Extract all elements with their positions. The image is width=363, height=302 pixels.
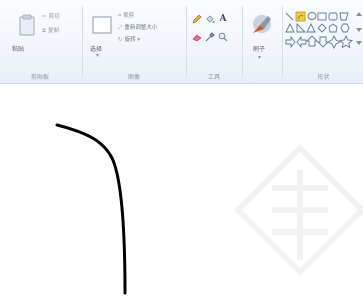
right-arrow-shape-icon — [285, 35, 296, 49]
brushes-label: 刷子 — [253, 46, 266, 53]
copy-icon: ⧉ — [42, 28, 46, 34]
curve-shape-icon — [295, 11, 306, 22]
rotate-label: 旋转 — [124, 37, 136, 43]
shapes-gallery[interactable] — [284, 10, 363, 60]
crop-label: 裁剪 — [123, 13, 135, 19]
image-group-label: 图像 — [127, 74, 140, 81]
magnifier-tool[interactable] — [218, 32, 228, 42]
resize-icon: ⤢ — [118, 25, 123, 31]
line-shape-icon — [285, 12, 294, 21]
pencil-icon — [192, 14, 202, 24]
scroll-down-icon — [356, 28, 362, 32]
cut-label: 剪切 — [48, 14, 60, 20]
down-arrow-shape-icon — [316, 36, 330, 48]
drawn-curve-stroke — [55, 123, 127, 295]
up-arrow-shape-icon — [305, 35, 319, 47]
resize-label: 重新调整大小 — [124, 25, 158, 31]
pencil-tool[interactable] — [192, 14, 202, 24]
paste-button[interactable]: 粘贴 — [12, 10, 40, 62]
separator — [186, 6, 187, 78]
star-shape-icon — [338, 34, 354, 49]
scissors-icon: ✂ — [42, 14, 47, 20]
image-group: 选择 ▾ ⌗ 裁剪 ⤢ 重新调整大小 ↻ 旋转 ▾ 图像 — [84, 2, 184, 82]
rounded-rectangle-shape-icon — [328, 12, 338, 21]
clipboard-group: 粘贴 ✂ 剪切 ⧉ 复制 剪贴板 — [0, 2, 80, 82]
select-dropdown-icon[interactable]: ▾ — [96, 52, 99, 59]
hexagon-shape-icon — [340, 23, 350, 33]
watermark — [233, 143, 363, 277]
tools-group: A 工具 — [188, 2, 240, 82]
shapes-group-label: 形状 — [317, 74, 330, 81]
canvas-drawing — [55, 123, 363, 295]
copy-button[interactable]: ⧉ 复制 — [42, 28, 59, 35]
magnifier-icon — [218, 32, 228, 42]
fill-bucket-icon — [206, 15, 215, 23]
text-tool[interactable]: A — [218, 14, 228, 24]
shapes-group: 形状 — [284, 2, 363, 82]
paste-label: 粘贴 — [12, 46, 25, 53]
crop-button[interactable]: ⌗ 裁剪 — [118, 13, 134, 20]
color-picker-tool[interactable] — [205, 32, 215, 42]
clipboard-group-label: 剪贴板 — [30, 74, 49, 81]
paste-icon — [19, 14, 35, 36]
eraser-icon — [192, 34, 202, 42]
eraser-tool[interactable] — [192, 32, 202, 42]
rotate-dropdown-icon: ▾ — [135, 37, 141, 43]
crop-icon: ⌗ — [118, 13, 122, 19]
diamond-shape-icon — [317, 23, 327, 33]
left-arrow-shape-icon — [296, 35, 307, 49]
ribbon: 粘贴 ✂ 剪切 ⧉ 复制 剪贴板 选择 ▾ ⌗ 裁剪 ⤢ 重新调整大小 ↻ 旋转 ▾ 图像 — [0, 0, 363, 84]
polygon-shape-icon — [339, 12, 349, 21]
separator — [242, 6, 243, 78]
scroll-up-icon — [356, 12, 362, 16]
drawing-canvas[interactable] — [0, 85, 363, 302]
oval-shape-icon — [307, 12, 317, 20]
pentagon-shape-icon — [328, 23, 338, 33]
eyedropper-icon — [205, 32, 215, 42]
resize-button[interactable]: ⤢ 重新调整大小 — [118, 25, 157, 32]
shapes-scroll-arrows — [356, 12, 362, 45]
rotate-button[interactable]: ↻ 旋转 ▾ — [118, 37, 140, 44]
rotate-icon: ↻ — [118, 37, 123, 43]
brushes-group: 刷子 ▾ — [244, 2, 280, 82]
rectangle-shape-icon — [317, 12, 327, 21]
copy-label: 复制 — [47, 28, 59, 34]
cut-button[interactable]: ✂ 剪切 — [42, 14, 60, 21]
fill-tool[interactable] — [205, 14, 215, 24]
more-shapes-icon — [356, 41, 362, 45]
triangle-shape-icon — [285, 22, 295, 33]
tools-group-label: 工具 — [207, 74, 220, 81]
right-triangle-shape-icon — [296, 22, 307, 33]
brushes-dropdown-icon[interactable]: ▾ — [258, 54, 261, 61]
separator — [282, 6, 283, 78]
select-button[interactable]: 选择 — [90, 10, 116, 62]
text-tool-label: A — [219, 14, 227, 24]
triangle-outline-shape-icon — [306, 22, 316, 33]
four-point-star-shape-icon — [326, 34, 342, 50]
select-icon — [92, 16, 112, 34]
brushes-button[interactable]: 刷子 — [248, 8, 274, 60]
separator — [82, 6, 83, 78]
brush-icon — [253, 15, 271, 33]
